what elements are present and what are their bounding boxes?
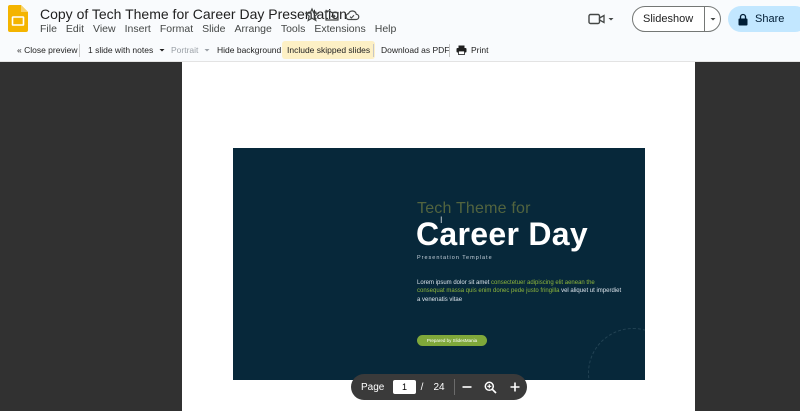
slides-logo-icon[interactable] <box>8 5 28 32</box>
menu-extensions[interactable]: Extensions <box>314 23 365 35</box>
share-label: Share <box>755 13 785 25</box>
hide-background-button[interactable]: Hide background <box>217 42 281 58</box>
close-preview-button[interactable]: « Close preview <box>17 42 77 58</box>
minus-icon <box>462 386 472 388</box>
page-label: Page <box>361 381 385 393</box>
orientation-label: Portrait <box>171 45 199 55</box>
orientation-dropdown[interactable]: Portrait <box>171 42 212 58</box>
print-label: Print <box>471 45 489 55</box>
zoom-reset-button[interactable] <box>479 381 503 394</box>
chevron-down-icon <box>204 49 210 52</box>
printer-icon <box>456 45 467 55</box>
menu-tools[interactable]: Tools <box>281 23 306 35</box>
slideshow-button[interactable]: Slideshow <box>633 13 704 25</box>
slide-preview: Tech Theme for Career Day I Presentation… <box>233 148 645 380</box>
menu-help[interactable]: Help <box>375 23 397 35</box>
body-text: Lorem ipsum dolor sit amet <box>417 280 492 286</box>
chevron-down-icon <box>159 49 165 52</box>
zoom-in-button[interactable] <box>503 381 527 393</box>
chevron-down-icon <box>710 18 715 21</box>
slideshow-button-group: Slideshow <box>632 6 721 32</box>
download-pdf-button[interactable]: Download as PDF <box>381 42 450 58</box>
slide-decoration <box>588 328 645 380</box>
include-skipped-slides-button[interactable]: Include skipped slides <box>282 41 376 59</box>
print-button[interactable]: Print <box>456 42 488 58</box>
meet-button[interactable] <box>588 9 622 29</box>
slide-tagline: Presentation Template <box>417 255 493 261</box>
divider <box>373 44 374 57</box>
slide-credit-pill: Prepared by SlidesMania <box>417 335 487 346</box>
menu-bar: File Edit View Insert Format Slide Arran… <box>40 23 396 35</box>
plus-icon <box>510 382 520 392</box>
menu-edit[interactable]: Edit <box>66 23 84 35</box>
page-number-input[interactable]: 1 <box>393 380 416 394</box>
chevron-down-icon <box>608 18 614 21</box>
menu-slide[interactable]: Slide <box>202 23 225 35</box>
print-preview-toolbar: « Close preview 1 slide with notes Portr… <box>0 38 800 62</box>
menu-view[interactable]: View <box>93 23 116 35</box>
divider <box>79 44 80 57</box>
page-navigator: Page 1 / 24 <box>351 374 527 400</box>
text-cursor-icon: I <box>440 215 443 225</box>
lock-icon <box>738 13 748 25</box>
video-camera-icon <box>588 13 605 25</box>
zoom-icon <box>484 381 497 394</box>
slideshow-options-button[interactable] <box>705 14 720 24</box>
star-icon[interactable] <box>304 7 320 23</box>
document-title[interactable]: Copy of Tech Theme for Career Day Presen… <box>40 6 347 22</box>
slide-body-text: Lorem ipsum dolor sit amet consectetuer … <box>417 279 622 304</box>
move-folder-icon[interactable] <box>324 7 340 23</box>
page-separator: / <box>420 381 424 393</box>
menu-format[interactable]: Format <box>160 23 193 35</box>
layout-dropdown[interactable]: 1 slide with notes <box>88 42 167 58</box>
layout-label: 1 slide with notes <box>88 45 154 55</box>
cloud-saved-icon[interactable] <box>344 7 360 23</box>
app-header: Copy of Tech Theme for Career Day Presen… <box>0 0 800 38</box>
divider <box>449 44 450 57</box>
menu-insert[interactable]: Insert <box>125 23 151 35</box>
page-total: 24 <box>433 381 445 393</box>
share-button[interactable]: Share <box>728 6 800 32</box>
menu-file[interactable]: File <box>40 23 57 35</box>
zoom-out-button[interactable] <box>455 381 479 393</box>
menu-arrange[interactable]: Arrange <box>234 23 271 35</box>
